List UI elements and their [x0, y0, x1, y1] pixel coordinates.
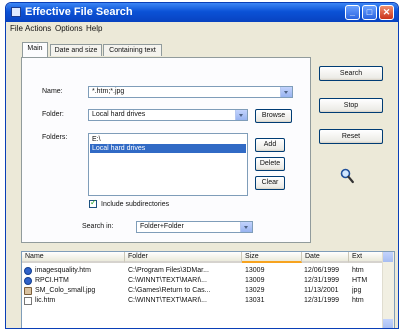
name-input-value: *.htm;*.jpg — [92, 88, 125, 95]
search-in-select[interactable]: Folder+Folder — [136, 221, 253, 233]
menu-file[interactable]: File — [10, 24, 23, 33]
column-header-name[interactable]: Name — [22, 252, 125, 263]
cell-ext: jpg — [352, 287, 362, 294]
browse-button[interactable]: Browse — [255, 109, 292, 123]
column-header-folder[interactable]: Folder — [125, 252, 242, 263]
results-list[interactable]: Name Folder Size Date Ext imagesquality.… — [21, 251, 395, 328]
table-row[interactable]: lic.htm C:\WINNT\TEXT\MARI\... 13031 12/… — [22, 296, 384, 306]
cell-date: 12/06/1999 — [304, 267, 340, 274]
ie-document-icon — [24, 277, 32, 285]
name-dropdown-button[interactable] — [280, 87, 292, 97]
folder-select-value: Local hard drives — [92, 111, 146, 118]
search-in-label: Search in: — [82, 223, 114, 230]
scroll-up-icon[interactable] — [383, 252, 393, 262]
stop-button[interactable]: Stop — [319, 98, 383, 113]
scroll-down-icon[interactable] — [383, 319, 393, 328]
minimize-button[interactable]: _ — [345, 5, 360, 20]
reset-button[interactable]: Reset — [319, 129, 383, 144]
include-subdirectories-label: Include subdirectories — [101, 201, 170, 208]
title-bar[interactable]: Effective File Search _ □ ✕ — [6, 3, 398, 22]
menu-actions[interactable]: Actions — [25, 24, 51, 33]
cell-date: 12/31/1999 — [304, 297, 340, 304]
maximize-button[interactable]: □ — [362, 5, 377, 20]
cell-date: 12/31/1999 — [304, 277, 340, 284]
folder-dropdown-button[interactable] — [235, 110, 247, 120]
add-button[interactable]: Add — [255, 138, 285, 152]
cell-name: RPCI.HTM — [35, 277, 69, 284]
ie-document-icon — [24, 267, 32, 275]
search-in-value: Folder+Folder — [140, 223, 184, 230]
column-header-size[interactable]: Size — [242, 252, 302, 263]
cell-name: lic.htm — [35, 297, 56, 304]
cell-size: 13031 — [245, 297, 265, 304]
include-subdirectories-checkbox[interactable] — [89, 198, 97, 208]
cell-ext: htm — [352, 267, 364, 274]
search-in-dropdown-button[interactable] — [240, 222, 252, 232]
delete-button[interactable]: Delete — [255, 157, 285, 171]
column-header-date[interactable]: Date — [302, 252, 349, 263]
name-input[interactable]: *.htm;*.jpg — [88, 86, 293, 98]
cell-folder: C:\Program Files\3DMar... — [128, 267, 209, 274]
cell-size: 13009 — [245, 277, 265, 284]
search-button[interactable]: Search — [319, 66, 383, 81]
image-file-icon — [24, 287, 32, 295]
cell-ext: htm — [352, 297, 364, 304]
clear-button[interactable]: Clear — [255, 176, 285, 190]
folder-label: Folder: — [42, 111, 64, 118]
cell-date: 11/13/2001 — [304, 287, 339, 294]
cell-name: SM_Colo_small.jpg — [35, 287, 96, 294]
cell-ext: HTM — [352, 277, 368, 284]
menu-options[interactable]: Options — [55, 24, 83, 33]
folders-label: Folders: — [42, 134, 68, 141]
window-title: Effective File Search — [25, 6, 133, 18]
table-row[interactable]: SM_Colo_small.jpg C:\Games\Return to Cas… — [22, 286, 384, 296]
tab-date-and-size[interactable]: Date and size — [50, 44, 102, 56]
app-icon — [11, 7, 21, 17]
menu-bar: File Actions Options Help — [6, 22, 398, 35]
cell-name: imagesquality.htm — [35, 267, 91, 274]
tab-containing-text[interactable]: Containing text — [103, 44, 162, 56]
name-label: Name: — [42, 88, 63, 95]
cell-size: 13029 — [245, 287, 265, 294]
folder-select[interactable]: Local hard drives — [88, 109, 248, 121]
cell-folder: C:\Games\Return to Cas... — [128, 287, 211, 294]
column-header-ext[interactable]: Ext — [349, 252, 384, 263]
text-file-icon — [24, 297, 32, 305]
cell-folder: C:\WINNT\TEXT\MARI\... — [128, 277, 207, 284]
table-row[interactable]: RPCI.HTM C:\WINNT\TEXT\MARI\... 13009 12… — [22, 276, 384, 286]
folders-list[interactable]: E:\ Local hard drives — [88, 133, 248, 196]
folders-list-item-selected[interactable]: Local hard drives — [90, 144, 246, 153]
close-button[interactable]: ✕ — [379, 5, 394, 20]
main-window: Effective File Search _ □ ✕ File Actions… — [5, 2, 399, 329]
table-row[interactable]: imagesquality.htm C:\Program Files\3DMar… — [22, 266, 384, 276]
cell-size: 13009 — [245, 267, 265, 274]
menu-help[interactable]: Help — [86, 24, 102, 33]
results-scrollbar[interactable] — [382, 252, 394, 328]
main-tab-panel: Name: *.htm;*.jpg Folder: Local hard dri… — [21, 57, 311, 243]
magnifier-icon — [340, 168, 354, 184]
tab-main[interactable]: Main — [22, 42, 48, 57]
cell-folder: C:\WINNT\TEXT\MARI\... — [128, 297, 207, 304]
folders-list-item[interactable]: E:\ — [90, 135, 246, 144]
